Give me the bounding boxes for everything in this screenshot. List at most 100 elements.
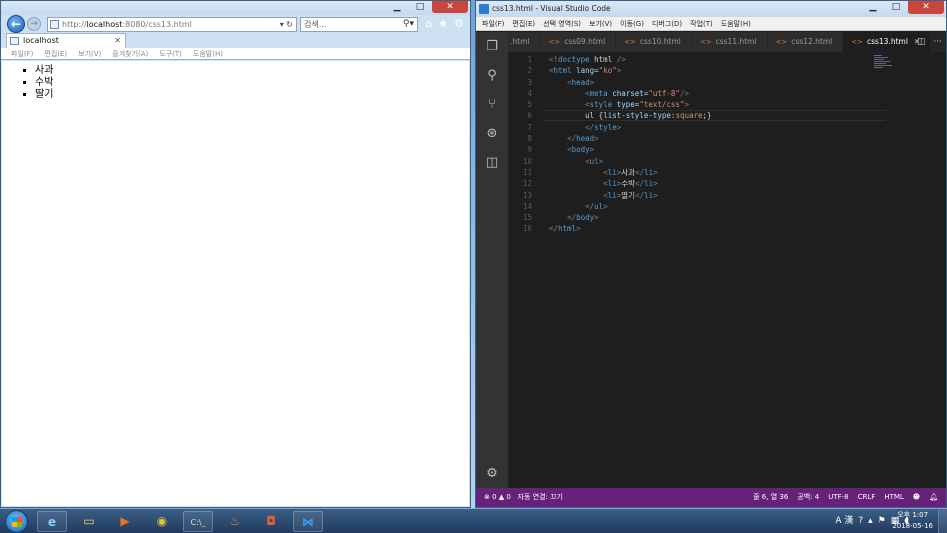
address-dropdown-refresh[interactable]: ▾ ↻ (280, 18, 293, 31)
live-connect-status[interactable]: 자동 연결: 끄기 (518, 493, 563, 501)
code-lines: 1 <!doctype html /> 2 <html lang="ko"> 3 <he… (508, 54, 946, 235)
code-line[interactable]: 4 <meta charset="utf-8"/> (508, 88, 946, 99)
source-control-icon[interactable]: ⑂ (476, 90, 508, 119)
close-tab-icon[interactable]: ✕ (114, 34, 121, 48)
minimize-button[interactable]: ▁ (386, 1, 408, 13)
java-icon[interactable]: ♨ (220, 511, 250, 532)
maximize-button[interactable]: □ (885, 1, 907, 14)
close-button[interactable]: ✕ (432, 1, 468, 13)
menu-file[interactable]: 파일(F) (11, 48, 33, 59)
menu-view[interactable]: 보기(V) (78, 48, 101, 59)
address-rest: :8080/css13.html (122, 20, 192, 29)
maximize-button[interactable]: □ (409, 1, 431, 13)
menu-help[interactable]: 도움말(H) (193, 48, 223, 59)
tab-html[interactable]: .html (508, 32, 541, 52)
code-text: </body> (567, 213, 599, 223)
code-editor[interactable]: 1 <!doctype html /> 2 <html lang="ko"> 3 <he… (508, 52, 946, 488)
search-input[interactable]: 검색... ⚲▾ (300, 17, 418, 32)
ie-titlebar[interactable]: ▁ □ ✕ (1, 1, 470, 15)
menu-tools[interactable]: 도구(T) (159, 48, 182, 59)
code-text: <li>딸기</li> (603, 190, 658, 200)
code-line[interactable]: 13 <li>딸기</li> (508, 190, 946, 201)
code-line[interactable]: 15 </body> (508, 212, 946, 223)
help-icon[interactable]: ? (858, 512, 863, 530)
close-button[interactable]: ✕ (908, 1, 944, 14)
more-actions-icon[interactable]: ··· (933, 32, 942, 52)
show-desktop-button[interactable] (938, 509, 947, 533)
tab-css12[interactable]: <> css12.html (767, 32, 844, 52)
file-explorer-icon[interactable]: ▭ (74, 511, 104, 532)
ie-window-controls: ▁ □ ✕ (386, 1, 468, 13)
code-line[interactable]: 1 <!doctype html /> (508, 54, 946, 65)
desktop: ▁ □ ✕ ← → http://localhost:8080/css13.ht… (0, 0, 947, 533)
favorites-star-icon[interactable]: ★ (438, 17, 448, 30)
ime-indicator[interactable]: A 漢 (835, 512, 853, 530)
indentation[interactable]: 공백: 4 (797, 488, 819, 507)
line-number: 11 (522, 167, 532, 177)
minimize-button[interactable]: ▁ (862, 1, 884, 14)
settings-gear-icon[interactable]: ⚙ (476, 459, 508, 488)
menu-edit[interactable]: 편집(E) (512, 17, 535, 30)
code-line[interactable]: 16 </html> (508, 223, 946, 234)
code-line[interactable]: 2 <html lang="ko"> (508, 65, 946, 76)
end-of-line[interactable]: CRLF (858, 488, 876, 507)
code-line[interactable]: 10 <ul> (508, 156, 946, 167)
code-line[interactable]: 9 <body> (508, 144, 946, 155)
code-line[interactable]: 5 <style type="text/css"> (508, 99, 946, 110)
code-line[interactable]: 12 <li>수박</li> (508, 178, 946, 189)
search-icon[interactable]: ⚲▾ (403, 18, 414, 31)
html-file-icon: <> (699, 38, 712, 46)
tab-css11[interactable]: <> css11.html (691, 32, 768, 52)
explorer-files-icon[interactable]: ❐ (476, 32, 508, 61)
code-line[interactable]: 14 </ul> (508, 201, 946, 212)
line-number: 8 (527, 134, 532, 144)
notifications-bell-icon[interactable]: 🔔︎ (929, 488, 938, 507)
code-line[interactable]: 8 </head> (508, 133, 946, 144)
ie-tab[interactable]: localhost ✕ (6, 33, 126, 48)
tab-css10[interactable]: <> css10.html (616, 32, 692, 52)
tools-gear-icon[interactable]: ⚙ (454, 17, 464, 30)
media-player-icon[interactable]: ▶ (110, 511, 140, 532)
back-button[interactable]: ← (7, 15, 25, 33)
code-line[interactable]: 6 ul {list-style-type:square;} (508, 110, 946, 122)
tab-css09[interactable]: <> css09.html (540, 32, 617, 52)
command-prompt-icon[interactable]: C:\_ (183, 511, 213, 532)
code-line[interactable]: 11 <li>사과</li> (508, 167, 946, 178)
menu-file[interactable]: 파일(F) (482, 17, 504, 30)
problems-indicator[interactable]: ⊗ 0 ▲ 0 (484, 493, 511, 501)
code-text: <meta charset="utf-8"/> (585, 88, 689, 98)
language-mode[interactable]: HTML (884, 488, 903, 507)
menu-go[interactable]: 이동(G) (620, 17, 644, 30)
menu-edit[interactable]: 편집(E) (44, 48, 67, 59)
ie-navbar: ← → http://localhost:8080/css13.html ▾ ↻… (1, 15, 470, 33)
address-bar[interactable]: http://localhost:8080/css13.html ▾ ↻ (47, 17, 297, 32)
split-editor-icon[interactable]: ◫ (917, 32, 926, 52)
code-line[interactable]: 7 </style> (508, 122, 946, 133)
menu-help[interactable]: 도움말(H) (721, 17, 751, 30)
clock[interactable]: 오후 1:07 2018-05-16 (892, 510, 933, 532)
code-line[interactable]: 3 <head> (508, 77, 946, 88)
menu-selection[interactable]: 선택 영역(S) (543, 17, 581, 30)
line-number: 12 (522, 179, 532, 189)
home-icon[interactable]: ⌂ (425, 17, 432, 30)
menu-debug[interactable]: 디버그(D) (652, 17, 682, 30)
forward-button[interactable]: → (27, 17, 41, 31)
feedback-smiley-icon[interactable]: ☻ (913, 488, 920, 507)
tray-expand-icon[interactable]: ▴ (868, 512, 873, 530)
vscode-taskbar-icon[interactable]: ⋈ (293, 511, 323, 532)
chrome-icon[interactable]: ◉ (147, 511, 177, 532)
internet-explorer-icon[interactable]: e (37, 511, 67, 532)
vscode-logo-icon (479, 4, 489, 14)
start-button[interactable] (5, 510, 28, 533)
encoding[interactable]: UTF-8 (828, 488, 848, 507)
action-center-flag-icon[interactable]: ⚑ (878, 512, 886, 530)
cursor-position[interactable]: 줄 6, 열 36 (753, 488, 788, 507)
vscode-titlebar[interactable]: css13.html - Visual Studio Code ▁ □ ✕ (476, 1, 946, 17)
extensions-icon[interactable]: ◫ (476, 148, 508, 177)
menu-view[interactable]: 보기(V) (589, 17, 612, 30)
search-icon[interactable]: ⚲ (476, 61, 508, 90)
eclipse-icon[interactable]: ◘ (256, 511, 286, 532)
menu-favorites[interactable]: 즐겨찾기(A) (112, 48, 148, 59)
menu-tasks[interactable]: 작업(T) (690, 17, 713, 30)
debug-icon[interactable]: ⊛ (476, 119, 508, 148)
